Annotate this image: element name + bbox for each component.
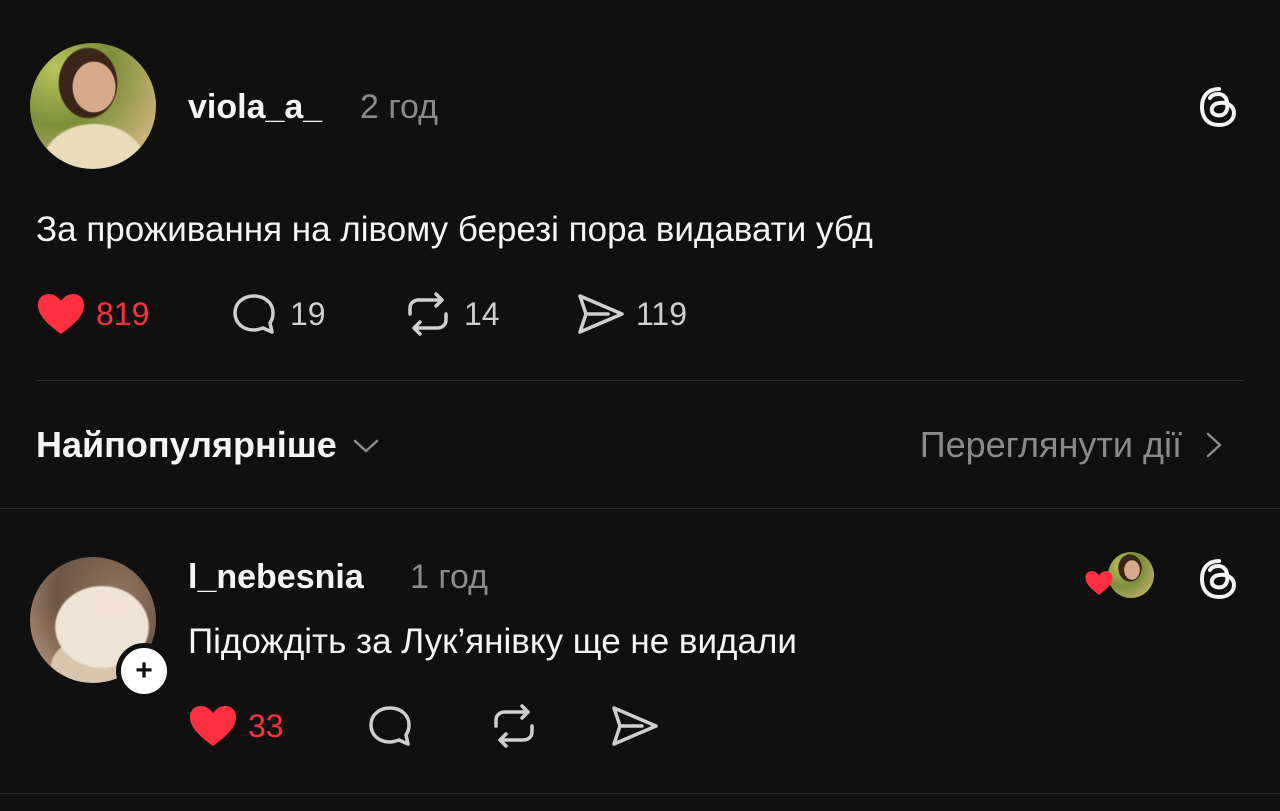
reply-text: Підождіть за Лук’янівку ще не видали	[188, 622, 797, 661]
post-text: За проживання на лівому березі пора вида…	[36, 210, 873, 249]
post-like-button[interactable]: 819	[36, 292, 149, 336]
author-liked-indicator	[1080, 550, 1160, 606]
reply-share-button[interactable]	[610, 704, 660, 748]
post-share-button[interactable]: 119	[576, 292, 687, 336]
post-reply-count: 19	[290, 295, 326, 332]
follow-button[interactable]: +	[116, 643, 172, 699]
heart-icon	[38, 294, 84, 334]
reply-username[interactable]: l_nebesnia	[188, 558, 364, 597]
thread-view: viola_a_ 2 год За проживання на лівому б…	[0, 0, 1280, 811]
send-icon	[612, 706, 658, 746]
chevron-down-icon	[353, 439, 379, 453]
send-icon	[578, 294, 624, 334]
heart-icon	[190, 706, 236, 746]
comment-icon	[369, 706, 411, 746]
reply-divider	[0, 793, 1280, 794]
reply-repost-button[interactable]	[488, 704, 540, 748]
sort-dropdown[interactable]: Найпопулярніше	[36, 424, 383, 466]
sort-label: Найпопулярніше	[36, 424, 337, 465]
liker-avatar	[1108, 552, 1154, 598]
reply-like-count: 33	[248, 707, 284, 744]
post-divider	[36, 380, 1244, 381]
threads-icon[interactable]	[1196, 556, 1242, 602]
threads-icon[interactable]	[1196, 84, 1242, 130]
post-repost-count: 14	[464, 295, 500, 332]
post-author-avatar[interactable]	[30, 43, 156, 169]
reply-timestamp: 1 год	[410, 558, 489, 596]
repost-icon	[494, 704, 534, 748]
post-repost-button[interactable]: 14	[402, 292, 500, 336]
view-activity-link[interactable]: Переглянути дії	[920, 424, 1228, 466]
comment-icon	[233, 294, 275, 334]
reply-like-button[interactable]: 33	[188, 704, 284, 748]
view-activity-label: Переглянути дії	[919, 424, 1182, 465]
heart-icon	[1085, 571, 1113, 595]
sort-divider	[0, 508, 1280, 509]
repost-icon	[408, 292, 448, 336]
post-share-count: 119	[636, 295, 688, 332]
post-username[interactable]: viola_a_	[188, 88, 322, 127]
post-like-count: 819	[96, 295, 150, 332]
post-reply-button[interactable]: 19	[230, 292, 326, 336]
chevron-right-icon	[1206, 432, 1222, 458]
post-timestamp: 2 год	[360, 88, 439, 126]
reply-reply-button[interactable]	[366, 704, 416, 748]
plus-icon: +	[135, 654, 153, 687]
